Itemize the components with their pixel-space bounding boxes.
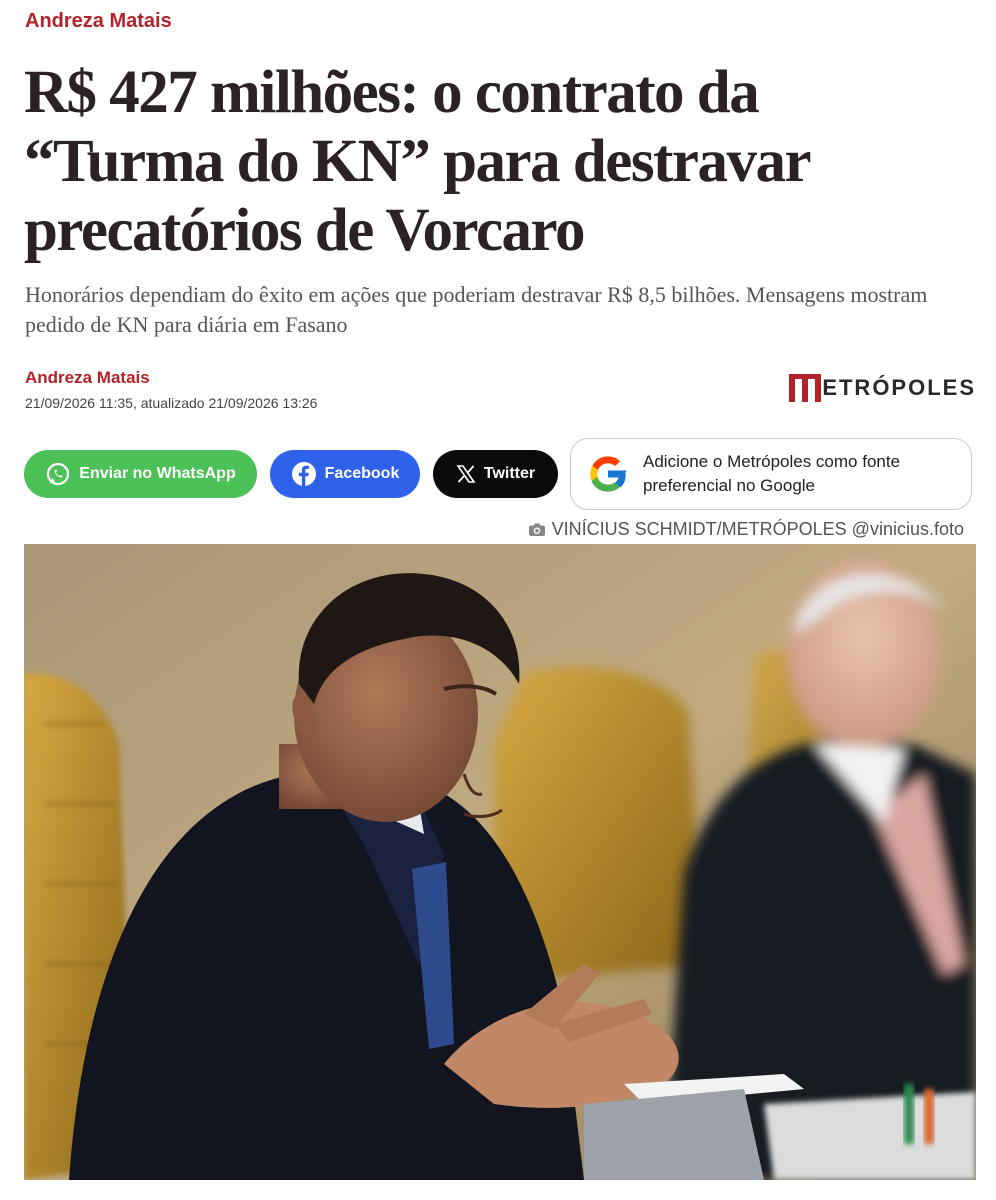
- photo-credit: VINÍCIUS SCHMIDT/METRÓPOLES @vinicius.fo…: [528, 519, 964, 540]
- share-twitter-label: Twitter: [483, 465, 536, 482]
- metropoles-m-mark-icon: [789, 374, 822, 402]
- article-subheadline: Honorários dependiam do êxito em ações q…: [25, 282, 928, 337]
- x-icon: [456, 465, 476, 483]
- byline-dateline: 21/09/2026 11:35, atualizado 21/09/2026 …: [25, 395, 318, 411]
- metropoles-wordmark: ETRÓPOLES: [822, 375, 976, 400]
- google-icon: [590, 456, 627, 492]
- metropoles-logo[interactable]: ETRÓPOLES: [789, 374, 976, 402]
- share-twitter-button[interactable]: Twitter: [433, 450, 558, 498]
- share-facebook-label: Facebook: [324, 465, 400, 482]
- photo-credit-text: VINÍCIUS SCHMIDT/METRÓPOLES @vinicius.fo…: [551, 519, 964, 539]
- column-author[interactable]: Andreza Matais: [25, 10, 172, 33]
- facebook-icon: [291, 462, 316, 486]
- article-headline: R$ 427 milhões: o contrato da “Turma do …: [24, 59, 810, 264]
- share-buttons: Enviar no WhatsApp Facebook Twitter: [24, 450, 571, 498]
- google-preferred-source-button[interactable]: Adicione o Metrópoles como fonte prefere…: [570, 438, 972, 510]
- share-facebook-button[interactable]: Facebook: [270, 450, 420, 498]
- whatsapp-icon: [47, 462, 70, 486]
- google-preferred-source-text: Adicione o Metrópoles como fonte prefere…: [643, 450, 900, 498]
- article-photo[interactable]: [24, 544, 976, 1180]
- google-line-2: preferencial no Google: [643, 476, 816, 495]
- byline-author[interactable]: Andreza Matais: [25, 368, 150, 388]
- share-whatsapp-label: Enviar no WhatsApp: [79, 465, 236, 482]
- google-line-1: Adicione o Metrópoles como fonte: [643, 452, 901, 471]
- camera-icon: [528, 523, 545, 536]
- article-photo-illustration: [24, 544, 976, 1180]
- share-whatsapp-button[interactable]: Enviar no WhatsApp: [24, 450, 257, 498]
